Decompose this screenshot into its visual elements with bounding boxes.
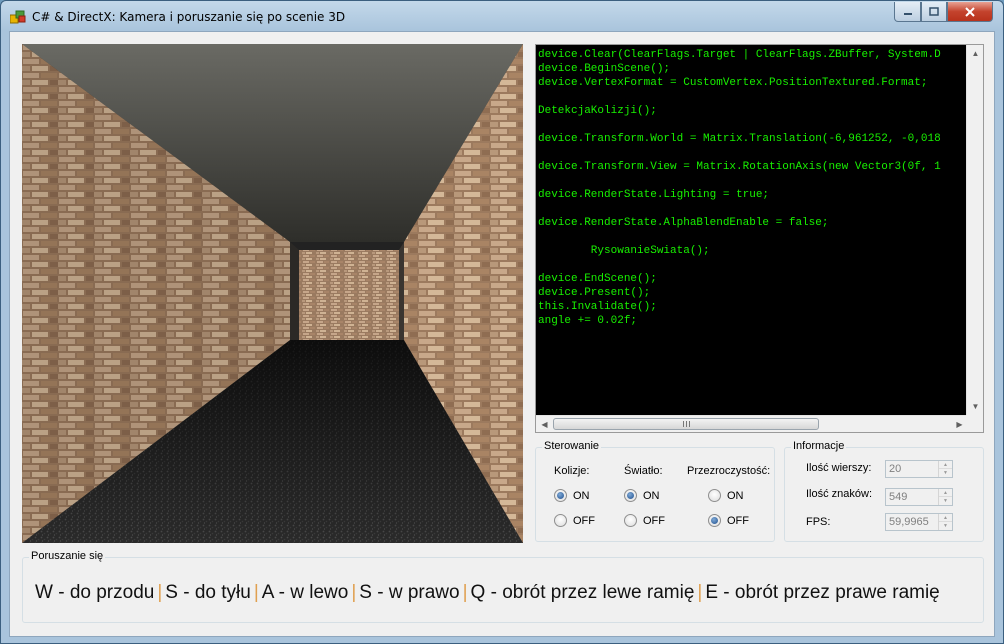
code-text-area[interactable]: device.Clear(ClearFlags.Target | ClearFl… xyxy=(536,45,964,415)
app-window: C# & DirectX: Kamera i poruszanie się po… xyxy=(0,0,1004,644)
poruszanie-title: Poruszanie się xyxy=(29,550,106,562)
wiersze-value: 20 xyxy=(889,463,902,475)
key-separator: | xyxy=(462,582,468,603)
wiersze-label: Ilość wierszy: xyxy=(806,462,872,474)
radio-checked-icon xyxy=(708,514,721,527)
maximize-icon xyxy=(929,7,939,16)
radio-checked-icon xyxy=(554,489,567,502)
kolizje-on-label: ON xyxy=(573,489,590,502)
sterowanie-title: Sterowanie xyxy=(542,440,602,452)
window-title: C# & DirectX: Kamera i poruszanie się po… xyxy=(32,10,346,24)
app-icon xyxy=(10,10,26,24)
radio-unchecked-icon xyxy=(554,514,567,527)
znaki-value: 549 xyxy=(889,491,908,503)
movement-key-item: W - do przodu xyxy=(35,582,155,603)
close-icon xyxy=(965,6,975,17)
code-line: angle += 0.02f; xyxy=(538,315,638,327)
code-line: device.Transform.View = Matrix.RotationA… xyxy=(538,161,941,173)
scroll-down-icon[interactable]: ▼ xyxy=(967,398,984,415)
code-line: device.Clear(ClearFlags.Target | ClearFl… xyxy=(538,49,941,61)
przezroczystosc-off-radio[interactable]: OFF xyxy=(708,514,749,527)
spin-down-icon: ▼ xyxy=(943,498,948,504)
code-line: RysowanieSwiata(); xyxy=(538,245,710,257)
code-line: this.Invalidate(); xyxy=(538,301,657,313)
informacje-title: Informacje xyxy=(791,440,847,452)
minimize-icon xyxy=(903,12,912,15)
code-line: device.EndScene(); xyxy=(538,273,657,285)
far-wall xyxy=(299,250,399,340)
swiatlo-on-label: ON xyxy=(643,489,660,502)
title-bar[interactable]: C# & DirectX: Kamera i poruszanie się po… xyxy=(1,1,1003,31)
key-separator: | xyxy=(157,582,163,603)
horizontal-scrollbar[interactable]: ◀ ▶ xyxy=(536,415,968,432)
grip-icon xyxy=(682,421,690,427)
wiersze-spinner: 20 ▲ ▼ xyxy=(885,460,953,478)
corridor-render xyxy=(22,44,523,543)
swiatlo-off-radio[interactable]: OFF xyxy=(624,514,665,527)
fps-label: FPS: xyxy=(806,516,831,528)
znaki-spinner: 549 ▲ ▼ xyxy=(885,488,953,506)
swiatlo-on-radio[interactable]: ON xyxy=(624,489,660,502)
horizontal-scroll-thumb[interactable] xyxy=(553,418,819,430)
code-textbox[interactable]: device.Clear(ClearFlags.Target | ClearFl… xyxy=(535,44,984,433)
informacje-group: Informacje Ilość wierszy: 20 ▲ ▼ Ilość zn… xyxy=(784,440,984,542)
code-line: DetekcjaKolizji(); xyxy=(538,105,657,117)
close-button[interactable] xyxy=(947,2,993,22)
radio-unchecked-icon xyxy=(624,514,637,527)
poruszanie-group: Poruszanie się W - do przodu | S - do tyłu… xyxy=(22,550,984,623)
movement-key-item: E - obrót przez prawe ramię xyxy=(705,582,940,603)
przezroczystosc-label: Przezroczystość: xyxy=(687,465,771,477)
kolizje-off-radio[interactable]: OFF xyxy=(554,514,595,527)
kolizje-on-radio[interactable]: ON xyxy=(554,489,590,502)
code-line: device.BeginScene(); xyxy=(538,63,671,75)
swiatlo-label: Światło: xyxy=(624,465,663,477)
przezroczystosc-off-label: OFF xyxy=(727,514,749,527)
scroll-left-icon[interactable]: ◀ xyxy=(536,416,553,433)
spin-up-icon: ▲ xyxy=(939,461,952,469)
scene-3d-viewport[interactable] xyxy=(22,44,523,543)
przezroczystosc-on-label: ON xyxy=(727,489,744,502)
sterowanie-group: Sterowanie Kolizje: ON OFF Światło: ON O… xyxy=(535,440,775,542)
fps-spinner: 59,9965 ▲ ▼ xyxy=(885,513,953,531)
key-separator: | xyxy=(697,582,703,603)
scroll-up-icon[interactable]: ▲ xyxy=(967,45,984,62)
fps-value: 59,9965 xyxy=(889,516,929,528)
spin-down-icon: ▼ xyxy=(943,470,948,476)
maximize-button[interactable] xyxy=(921,2,947,22)
client-area: device.Clear(ClearFlags.Target | ClearFl… xyxy=(9,31,995,637)
spin-down-icon: ▼ xyxy=(943,523,948,529)
movement-key-item: S - w prawo xyxy=(359,582,460,603)
spin-up-icon: ▲ xyxy=(939,514,952,522)
radio-checked-icon xyxy=(624,489,637,502)
code-line: device.Present(); xyxy=(538,287,651,299)
minimize-button[interactable] xyxy=(894,2,921,22)
spin-up-icon: ▲ xyxy=(939,489,952,497)
movement-keys-help: W - do przodu | S - do tyłu | A - w lewo | S -… xyxy=(35,582,940,604)
vertical-scrollbar[interactable]: ▲ ▼ xyxy=(966,45,983,415)
swiatlo-off-label: OFF xyxy=(643,514,665,527)
key-separator: | xyxy=(351,582,357,603)
movement-key-item: Q - obrót przez lewe ramię xyxy=(470,582,695,603)
kolizje-off-label: OFF xyxy=(573,514,595,527)
movement-key-item: A - w lewo xyxy=(261,582,349,603)
code-line: device.RenderState.Lighting = true; xyxy=(538,189,770,201)
przezroczystosc-on-radio[interactable]: ON xyxy=(708,489,744,502)
kolizje-label: Kolizje: xyxy=(554,465,590,477)
scroll-corner xyxy=(966,415,983,432)
code-line: device.VertexFormat = CustomVertex.Posit… xyxy=(538,77,928,89)
movement-key-item: S - do tyłu xyxy=(165,582,251,603)
code-line: device.RenderState.AlphaBlendEnable = fa… xyxy=(538,217,829,229)
radio-unchecked-icon xyxy=(708,489,721,502)
znaki-label: Ilość znaków: xyxy=(806,488,873,500)
code-line: device.Transform.World = Matrix.Translat… xyxy=(538,133,941,145)
key-separator: | xyxy=(253,582,259,603)
